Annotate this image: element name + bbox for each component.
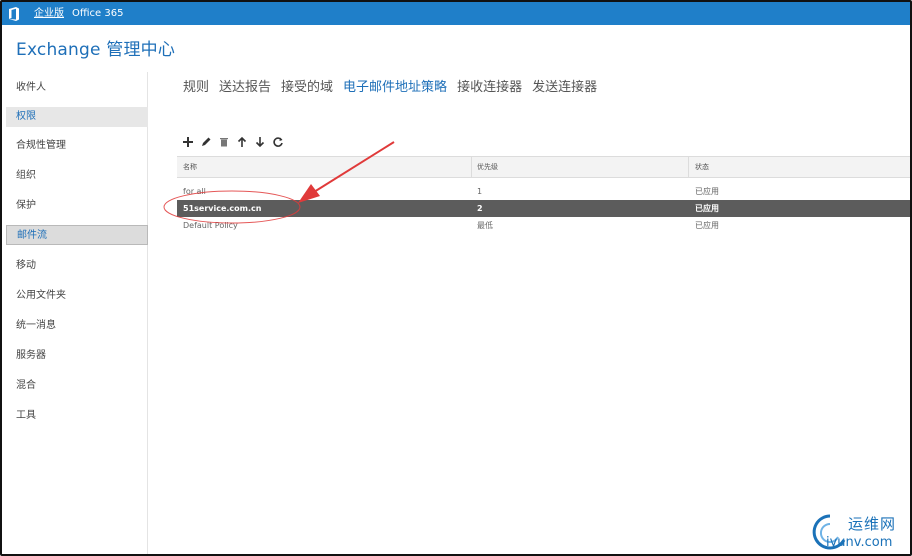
watermark: 运维网 iyunv.com	[808, 510, 910, 554]
topbar-link-enterprise[interactable]: 企业版	[34, 2, 64, 25]
sidebar-item-tools[interactable]: 工具	[6, 406, 148, 426]
move-up-icon[interactable]	[233, 133, 251, 151]
table-row[interactable]: Default Policy 最低 已应用	[177, 217, 910, 234]
cell-priority: 1	[477, 187, 483, 196]
sidebar-item-permissions[interactable]: 权限	[6, 107, 148, 127]
edit-icon[interactable]	[197, 133, 215, 151]
cell-priority: 2	[477, 204, 483, 213]
app-window: 企业版 Office 365 Exchange 管理中心 收件人 权限 合规性管…	[0, 0, 912, 556]
tab-receive-connectors[interactable]: 接收连接器	[457, 76, 522, 95]
delete-icon[interactable]	[215, 133, 233, 151]
move-down-icon[interactable]	[251, 133, 269, 151]
cell-name: 51service.com.cn	[183, 204, 262, 213]
table-row[interactable]: for all 1 已应用	[177, 183, 910, 200]
tab-delivery-reports[interactable]: 送达报告	[219, 76, 271, 95]
topbar-link-office365[interactable]: Office 365	[72, 2, 123, 25]
tab-accepted-domains[interactable]: 接受的域	[281, 76, 333, 95]
watermark-text-2: iyunv.com	[826, 535, 893, 550]
column-header-name[interactable]: 名称	[183, 157, 197, 177]
tab-send-connectors[interactable]: 发送连接器	[532, 76, 597, 95]
tab-email-address-policies[interactable]: 电子邮件地址策略	[343, 76, 447, 95]
sidebar-item-servers[interactable]: 服务器	[6, 346, 148, 366]
sidebar-item-recipients[interactable]: 收件人	[6, 78, 148, 98]
sidebar-item-mail-flow[interactable]: 邮件流	[6, 225, 148, 245]
sidebar-item-unified-messaging[interactable]: 统一消息	[6, 316, 148, 336]
office-logo-icon[interactable]	[4, 2, 24, 25]
sidebar-item-organization[interactable]: 组织	[6, 166, 148, 186]
cell-status: 已应用	[695, 204, 719, 213]
column-header-status[interactable]: 状态	[695, 157, 709, 177]
cell-name: for all	[183, 187, 206, 196]
sidebar-item-hybrid[interactable]: 混合	[6, 376, 148, 396]
top-bar: 企业版 Office 365	[2, 2, 910, 25]
sidebar-item-public-folders[interactable]: 公用文件夹	[6, 286, 148, 306]
tab-bar: 规则 送达报告 接受的域 电子邮件地址策略 接收连接器 发送连接器	[183, 76, 607, 95]
table-row-selected[interactable]: 51service.com.cn 2 已应用	[177, 200, 910, 217]
sidebar-item-protection[interactable]: 保护	[6, 196, 148, 216]
add-icon[interactable]	[179, 133, 197, 151]
toolbar	[179, 133, 287, 151]
policy-table: 名称 优先级 状态 for all 1 已应用 51service.com.cn…	[177, 156, 910, 234]
cell-priority: 最低	[477, 221, 493, 230]
sidebar-item-mobile[interactable]: 移动	[6, 256, 148, 276]
sidebar: 收件人 权限 合规性管理 组织 保护 邮件流 移动 公用文件夹 统一消息 服务器…	[2, 72, 148, 554]
cell-status: 已应用	[695, 221, 719, 230]
page-title: Exchange 管理中心	[16, 40, 176, 60]
tab-rules[interactable]: 规则	[183, 76, 209, 95]
watermark-text-1: 运维网	[848, 515, 897, 533]
table-header: 名称 优先级 状态	[177, 156, 910, 178]
sidebar-item-compliance[interactable]: 合规性管理	[6, 136, 148, 156]
cell-status: 已应用	[695, 187, 719, 196]
cell-name: Default Policy	[183, 221, 238, 230]
column-header-priority[interactable]: 优先级	[477, 157, 498, 177]
refresh-icon[interactable]	[269, 133, 287, 151]
